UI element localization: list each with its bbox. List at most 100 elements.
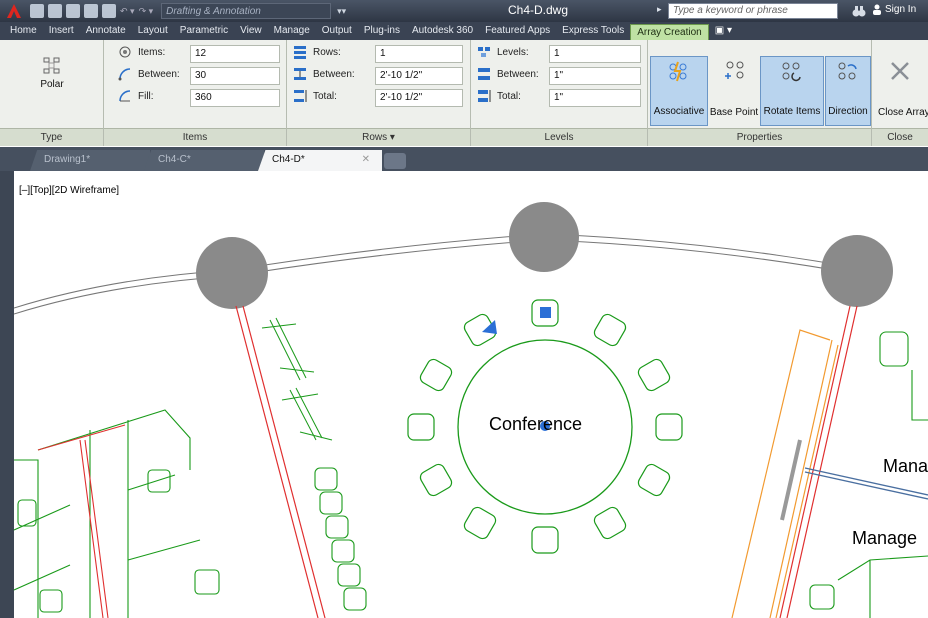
levels-total-field[interactable]: 1" [549,89,641,107]
tab-array-creation[interactable]: Array Creation [630,23,709,41]
fill-angle-field[interactable]: 360 [190,89,280,107]
tab-plug-ins[interactable]: Plug-ins [358,22,406,40]
associative-label: Associative [653,106,705,117]
print-icon[interactable] [102,4,116,18]
tab-manage[interactable]: Manage [268,22,316,40]
binoculars-icon[interactable] [852,4,866,18]
rows-icon [294,46,306,59]
angle-between-icon [118,68,131,81]
new-tab-button[interactable] [384,153,406,169]
tab-express-tools[interactable]: Express Tools [556,22,630,40]
user-icon [873,4,881,15]
doc-tab-label: Drawing1* [44,154,91,165]
row-total-label: Total: [313,91,337,102]
close-panel: Close Array Close [872,40,928,146]
redo-icon[interactable]: ↷ ▾ [139,6,154,17]
tab-parametric[interactable]: Parametric [174,22,234,40]
polar-array-icon [43,57,60,74]
chevron-down-icon[interactable]: ▾▾ [337,6,346,17]
column [821,235,893,307]
column [509,202,579,272]
polar-label: Polar [40,79,64,90]
open-icon[interactable] [48,4,62,18]
ribbon-options-icon[interactable]: ▣ ▾ [709,22,738,40]
rows-between-field[interactable]: 2'-10 1/2" [375,67,463,85]
properties-panel: Associative Base Point Rotate Items Dire… [648,40,872,146]
level-between-label: Between: [497,69,539,80]
tab-layout[interactable]: Layout [132,22,174,40]
document-title: Ch4-D.dwg [508,3,569,17]
tab-featured-apps[interactable]: Featured Apps [479,22,556,40]
close-icon [891,62,909,80]
grip-handle[interactable] [540,307,551,318]
rows-panel-title[interactable]: Rows ▾ [287,128,470,146]
doc-tab-label: Ch4-D* [272,154,305,165]
conference-room-label: Conference [489,414,583,434]
associative-icon [669,61,687,82]
workspace-dropdown[interactable]: Drafting & Annotation [161,3,332,19]
save-icon[interactable] [66,4,80,18]
autocad-logo-icon[interactable] [6,3,22,19]
sign-in-button[interactable]: Sign In [872,4,916,15]
close-panel-title: Close [872,128,928,146]
base-point-button[interactable]: Base Point [708,56,760,126]
row-between-label: Between: [313,69,355,80]
undo-icon[interactable]: ↶ ▾ [120,6,135,17]
levels-total-icon [478,90,491,102]
rows-label: Rows: [313,47,341,58]
levels-count-field[interactable]: 1 [549,45,641,63]
items-icon [119,46,131,58]
tab-annotate[interactable]: Annotate [80,22,132,40]
between-label: Between: [138,69,180,80]
direction-label: Direction [828,106,868,117]
manager-office-label: Mana [883,456,928,476]
manager-office-label-2: Manage [852,528,918,548]
items-panel: Items: 12 Between: 30 Fill: 360 Items [104,40,287,146]
type-panel: Polar Type [0,40,104,146]
direction-button[interactable]: Direction [825,56,871,126]
items-between-field[interactable]: 30 [190,67,280,85]
search-input[interactable]: Type a keyword or phrase [668,3,838,19]
workspace-label: Drafting & Annotation [166,5,261,17]
save-as-icon[interactable] [84,4,98,18]
items-count-field[interactable]: 12 [190,45,280,63]
rows-count-field[interactable]: 1 [375,45,463,63]
levels-between-field[interactable]: 1" [549,67,641,85]
ribbon-panel-area: Polar Type Items: 12 Between: 30 Fill: 3… [0,40,928,146]
doc-tab-ch4-d[interactable]: Ch4-D* ✕ [258,150,382,171]
levels-panel: Levels: 1 Between: 1" Total: 1" Levels [471,40,648,146]
rotate-items-icon [782,62,801,82]
tab-autodesk-360[interactable]: Autodesk 360 [406,22,479,40]
level-total-label: Total: [497,91,521,102]
search-expand-icon[interactable]: ▸ [657,4,662,15]
levels-icon [478,47,490,57]
associative-button[interactable]: Associative [650,56,708,126]
tab-insert[interactable]: Insert [43,22,80,40]
close-array-label: Close Array [878,107,928,118]
direction-icon [838,62,857,80]
close-tab-icon[interactable]: ✕ [362,150,370,170]
new-icon[interactable] [30,4,44,18]
levels-label: Levels: [497,47,529,58]
doc-tab-drawing1[interactable]: Drawing1* [30,150,150,171]
column [196,237,268,309]
rows-total-icon [294,90,307,102]
close-array-button[interactable]: Close Array [872,56,928,126]
doc-tab-ch4-c[interactable]: Ch4-C* [144,150,264,171]
quick-access-toolbar: ↶ ▾ ↷ ▾ [30,4,153,18]
base-point-icon [725,61,744,79]
items-label: Items: [138,47,166,58]
rotate-items-button[interactable]: Rotate Items [760,56,824,126]
polar-button[interactable]: Polar [20,48,84,120]
sign-in-label: Sign In [885,4,917,15]
base-point-label: Base Point [709,107,759,118]
grip-handle[interactable] [482,320,497,334]
tab-home[interactable]: Home [4,22,43,40]
rotate-items-label: Rotate Items [763,106,821,117]
tab-view[interactable]: View [234,22,268,40]
rows-total-field[interactable]: 2'-10 1/2" [375,89,463,107]
tab-output[interactable]: Output [316,22,358,40]
level-spacing-icon [478,68,490,80]
ribbon-tab-bar: Home Insert Annotate Layout Parametric V… [0,22,928,41]
fill-label: Fill: [138,91,154,102]
